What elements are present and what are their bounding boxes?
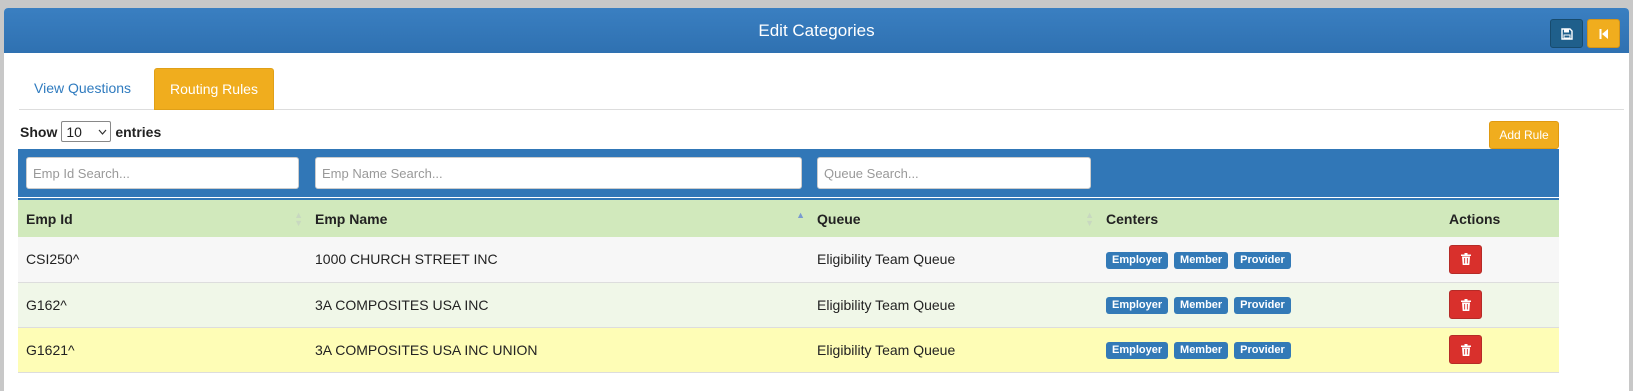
centers-cell: Employer Member Provider xyxy=(1098,327,1441,372)
tab-view-questions[interactable]: View Questions xyxy=(19,68,146,110)
center-badge: Provider xyxy=(1234,251,1291,269)
add-rule-button[interactable]: Add Rule xyxy=(1489,121,1559,149)
column-header-centers: Centers xyxy=(1106,210,1159,227)
actions-cell xyxy=(1441,327,1559,372)
trash-icon xyxy=(1460,253,1471,266)
trash-icon xyxy=(1460,298,1471,311)
emp-id-search-input[interactable] xyxy=(26,157,299,189)
center-badge: Member xyxy=(1174,342,1229,359)
column-header-actions: Actions xyxy=(1449,210,1501,227)
queue-cell: Eligibility Team Queue xyxy=(817,296,956,313)
table-row: G1621^ 3A COMPOSITES USA INC UNION Eligi… xyxy=(18,327,1559,372)
modal-header: Edit Categories xyxy=(4,8,1629,53)
modal-title: Edit Categories xyxy=(758,21,875,40)
emp-id-cell: CSI250^ xyxy=(26,251,80,268)
delete-button[interactable] xyxy=(1449,290,1482,319)
table-row: CSI250^ 1000 CHURCH STREET INC Eligibili… xyxy=(18,237,1559,282)
tab-routing-rules[interactable]: Routing Rules xyxy=(154,68,274,110)
chevron-down-icon xyxy=(98,129,107,135)
actions-cell xyxy=(1441,237,1559,282)
table-header-row: Emp Id ▲ ▼ Emp Name ▲ Queue ▲ ▼ Centers Actio… xyxy=(18,199,1559,237)
table-row: G162^ 3A COMPOSITES USA INC Eligibility … xyxy=(18,282,1559,327)
queue-search-input[interactable] xyxy=(817,157,1091,189)
search-bar xyxy=(18,149,1559,197)
entries-select-value: 10 xyxy=(66,123,82,140)
sort-icon: ▲ ▼ xyxy=(1085,210,1094,228)
emp-name-cell: 3A COMPOSITES USA INC UNION xyxy=(315,341,538,358)
emp-name-cell: 1000 CHURCH STREET INC xyxy=(315,251,498,268)
trash-icon xyxy=(1460,343,1471,356)
center-badge: Provider xyxy=(1234,297,1291,314)
sort-ascending-icon: ▲ xyxy=(796,210,805,220)
tab-bar: View Questions Routing Rules xyxy=(19,68,1624,110)
show-label: Show xyxy=(20,123,58,140)
emp-id-cell: G162^ xyxy=(26,296,67,313)
actions-cell xyxy=(1441,282,1559,327)
step-backward-icon xyxy=(1599,28,1608,39)
sort-icon: ▲ ▼ xyxy=(294,210,303,228)
centers-cell: Employer Member Provider xyxy=(1098,282,1441,327)
delete-button[interactable] xyxy=(1449,335,1482,364)
save-button[interactable] xyxy=(1550,19,1583,48)
delete-button[interactable] xyxy=(1449,244,1482,274)
emp-name-cell: 3A COMPOSITES USA INC xyxy=(315,296,489,313)
column-header-emp-id[interactable]: Emp Id ▲ ▼ xyxy=(18,199,307,237)
entries-length-control: Show 10 entries xyxy=(20,121,161,142)
column-header-queue[interactable]: Queue ▲ ▼ xyxy=(809,199,1098,237)
save-icon xyxy=(1560,27,1573,40)
center-badge: Member xyxy=(1174,297,1229,314)
center-badge: Employer xyxy=(1106,251,1169,269)
entries-select[interactable]: 10 xyxy=(61,121,112,142)
column-header-emp-name[interactable]: Emp Name ▲ xyxy=(307,199,809,237)
entries-label: entries xyxy=(115,123,162,140)
edit-categories-modal: Edit Categories View Questions Routing R… xyxy=(4,8,1629,391)
center-badge: Employer xyxy=(1106,297,1169,314)
queue-cell: Eligibility Team Queue xyxy=(817,251,956,268)
center-badge: Member xyxy=(1174,251,1229,269)
center-badge: Employer xyxy=(1106,342,1169,359)
emp-name-search-input[interactable] xyxy=(315,157,802,189)
back-button[interactable] xyxy=(1587,19,1620,48)
emp-id-cell: G1621^ xyxy=(26,341,75,358)
centers-cell: Employer Member Provider xyxy=(1098,237,1441,282)
center-badge: Provider xyxy=(1234,342,1291,359)
queue-cell: Eligibility Team Queue xyxy=(817,341,956,358)
routing-rules-table: Emp Id ▲ ▼ Emp Name ▲ Queue ▲ ▼ Centers Actio… xyxy=(18,198,1559,373)
